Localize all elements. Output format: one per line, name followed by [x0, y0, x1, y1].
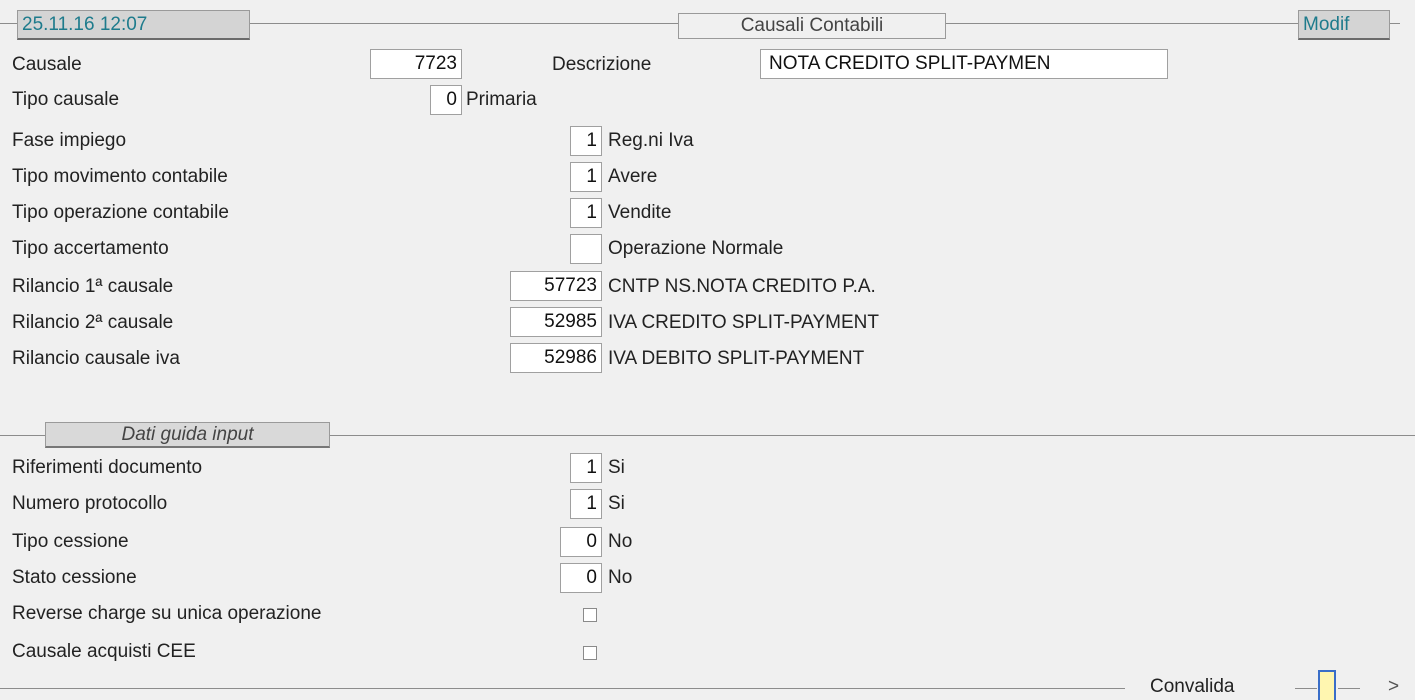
page-title: Causali Contabili: [678, 13, 946, 39]
tipo-cessione-field[interactable]: 0: [560, 527, 602, 557]
reverse-charge-label: Reverse charge su unica operazione: [12, 603, 322, 624]
stato-cessione-label: Stato cessione: [12, 567, 137, 588]
stato-cessione-desc: No: [608, 567, 633, 588]
convalida-rule-right: [1338, 688, 1360, 689]
causale-label: Causale: [12, 54, 82, 75]
causale-field[interactable]: 7723: [370, 49, 462, 79]
rilancio-1-label: Rilancio 1ª causale: [12, 276, 174, 297]
rilancio-iva-label: Rilancio causale iva: [12, 348, 180, 369]
fase-impiego-field[interactable]: 1: [570, 126, 602, 156]
tipo-causale-field[interactable]: 0: [430, 85, 462, 115]
rif-documento-field[interactable]: 1: [570, 453, 602, 483]
rilancio-iva-field[interactable]: 52986: [510, 343, 602, 373]
tipo-operazione-field[interactable]: 1: [570, 198, 602, 228]
tipo-cessione-label: Tipo cessione: [12, 531, 129, 552]
tipo-movimento-field[interactable]: 1: [570, 162, 602, 192]
mode-text: Modif: [1303, 14, 1350, 35]
descrizione-field[interactable]: NOTA CREDITO SPLIT-PAYMEN: [760, 49, 1168, 79]
rif-documento-label: Riferimenti documento: [12, 457, 203, 478]
convalida-button[interactable]: [1318, 670, 1336, 700]
convalida-rule-left: [1295, 688, 1317, 689]
num-protocollo-field[interactable]: 1: [570, 489, 602, 519]
stato-cessione-field[interactable]: 0: [560, 563, 602, 593]
rif-documento-desc: Si: [608, 457, 625, 478]
convalida-label: Convalida: [1150, 676, 1235, 697]
tipo-accertamento-label: Tipo accertamento: [12, 238, 169, 259]
num-protocollo-desc: Si: [608, 493, 625, 514]
mode-indicator: Modif: [1298, 10, 1390, 40]
tipo-operazione-label: Tipo operazione contabile: [12, 202, 229, 223]
rilancio-1-field[interactable]: 57723: [510, 271, 602, 301]
tipo-accertamento-field[interactable]: [570, 234, 602, 264]
fase-impiego-label: Fase impiego: [12, 130, 127, 151]
section-title-dati-guida: Dati guida input: [45, 422, 330, 448]
datetime-display: 25.11.16 12:07: [17, 10, 250, 40]
num-protocollo-label: Numero protocollo: [12, 493, 168, 514]
rilancio-2-field[interactable]: 52985: [510, 307, 602, 337]
acquisti-cee-label: Causale acquisti CEE: [12, 641, 196, 662]
rilancio-iva-desc: IVA DEBITO SPLIT-PAYMENT: [608, 348, 865, 369]
tipo-causale-desc: Primaria: [466, 89, 537, 110]
rilancio-2-desc: IVA CREDITO SPLIT-PAYMENT: [608, 312, 879, 333]
tipo-accertamento-desc: Operazione Normale: [608, 238, 784, 259]
datetime-text: 25.11.16 12:07: [22, 14, 148, 35]
fase-impiego-desc: Reg.ni Iva: [608, 130, 694, 151]
rilancio-1-desc: CNTP NS.NOTA CREDITO P.A.: [608, 276, 876, 297]
tipo-operazione-desc: Vendite: [608, 202, 672, 223]
tipo-movimento-desc: Avere: [608, 166, 658, 187]
descrizione-label: Descrizione: [552, 54, 652, 75]
reverse-charge-checkbox[interactable]: [583, 608, 597, 622]
rilancio-2-label: Rilancio 2ª causale: [12, 312, 174, 333]
tipo-causale-label: Tipo causale: [12, 89, 120, 110]
acquisti-cee-checkbox[interactable]: [583, 646, 597, 660]
next-arrow-icon[interactable]: >: [1388, 674, 1399, 700]
footer-rule: [0, 688, 1125, 689]
tipo-cessione-desc: No: [608, 531, 633, 552]
tipo-movimento-label: Tipo movimento contabile: [12, 166, 228, 187]
